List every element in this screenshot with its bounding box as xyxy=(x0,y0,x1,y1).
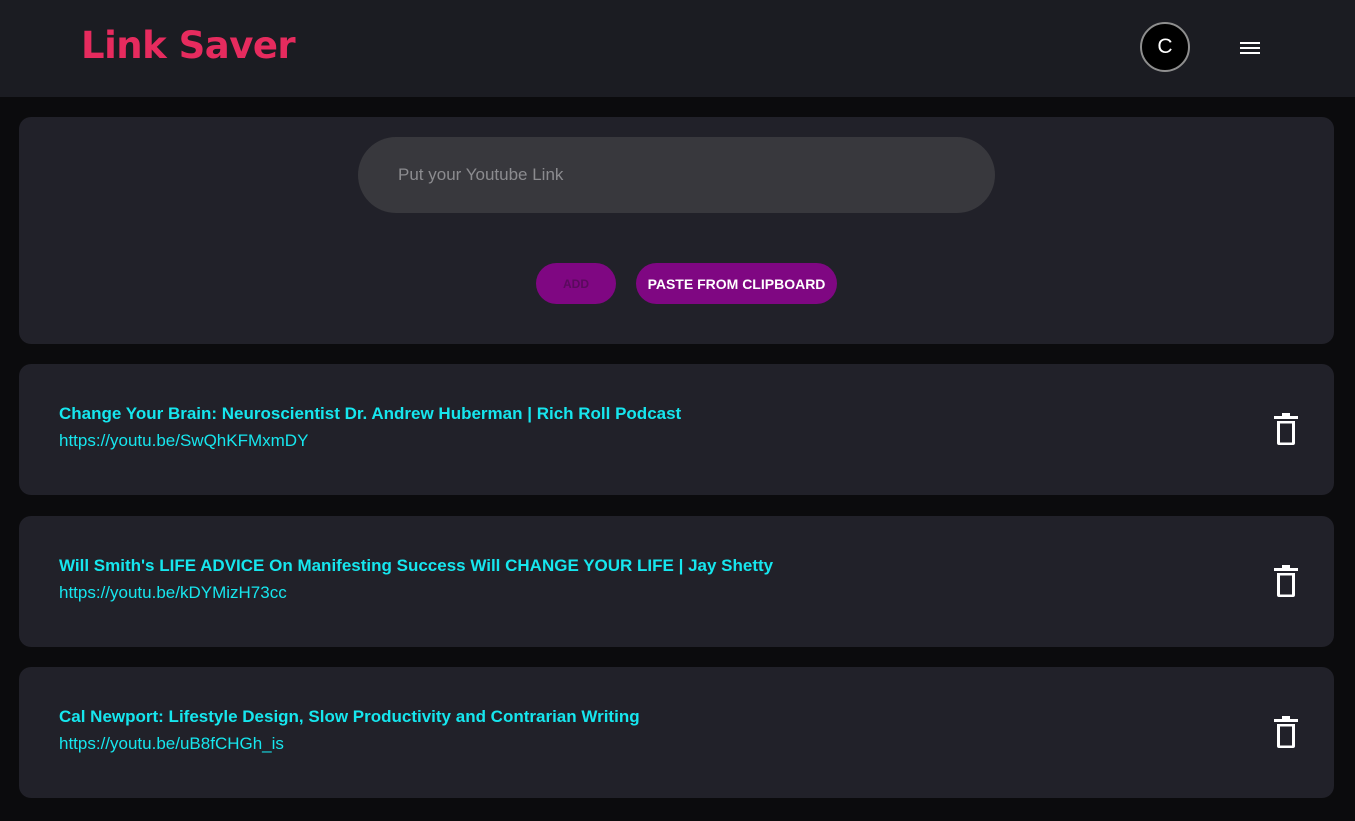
add-link-panel: ADD PASTE FROM CLIPBOARD xyxy=(19,117,1334,344)
link-title[interactable]: Cal Newport: Lifestyle Design, Slow Prod… xyxy=(59,707,640,727)
user-avatar[interactable]: C xyxy=(1140,22,1190,72)
link-url[interactable]: https://youtu.be/uB8fCHGh_is xyxy=(59,734,284,754)
link-url[interactable]: https://youtu.be/kDYMizH73cc xyxy=(59,583,287,603)
hamburger-menu-glyph xyxy=(1240,42,1260,54)
youtube-link-input[interactable] xyxy=(358,137,995,213)
app-title: Link Saver xyxy=(81,24,296,67)
link-title[interactable]: Change Your Brain: Neuroscientist Dr. An… xyxy=(59,404,681,424)
link-title[interactable]: Will Smith's LIFE ADVICE On Manifesting … xyxy=(59,556,773,576)
app-header: Link Saver C xyxy=(0,0,1355,97)
trash-glyph xyxy=(1274,716,1298,748)
trash-icon[interactable] xyxy=(1272,564,1300,598)
trash-icon[interactable] xyxy=(1272,412,1300,446)
paste-from-clipboard-button[interactable]: PASTE FROM CLIPBOARD xyxy=(636,263,837,304)
hamburger-menu-icon[interactable] xyxy=(1232,34,1268,62)
add-button[interactable]: ADD xyxy=(536,263,616,304)
link-url[interactable]: https://youtu.be/SwQhKFMxmDY xyxy=(59,431,308,451)
link-card: Cal Newport: Lifestyle Design, Slow Prod… xyxy=(19,667,1334,798)
link-card: Will Smith's LIFE ADVICE On Manifesting … xyxy=(19,516,1334,647)
trash-icon[interactable] xyxy=(1272,715,1300,749)
trash-glyph xyxy=(1274,413,1298,445)
link-card: Change Your Brain: Neuroscientist Dr. An… xyxy=(19,364,1334,495)
trash-glyph xyxy=(1274,565,1298,597)
